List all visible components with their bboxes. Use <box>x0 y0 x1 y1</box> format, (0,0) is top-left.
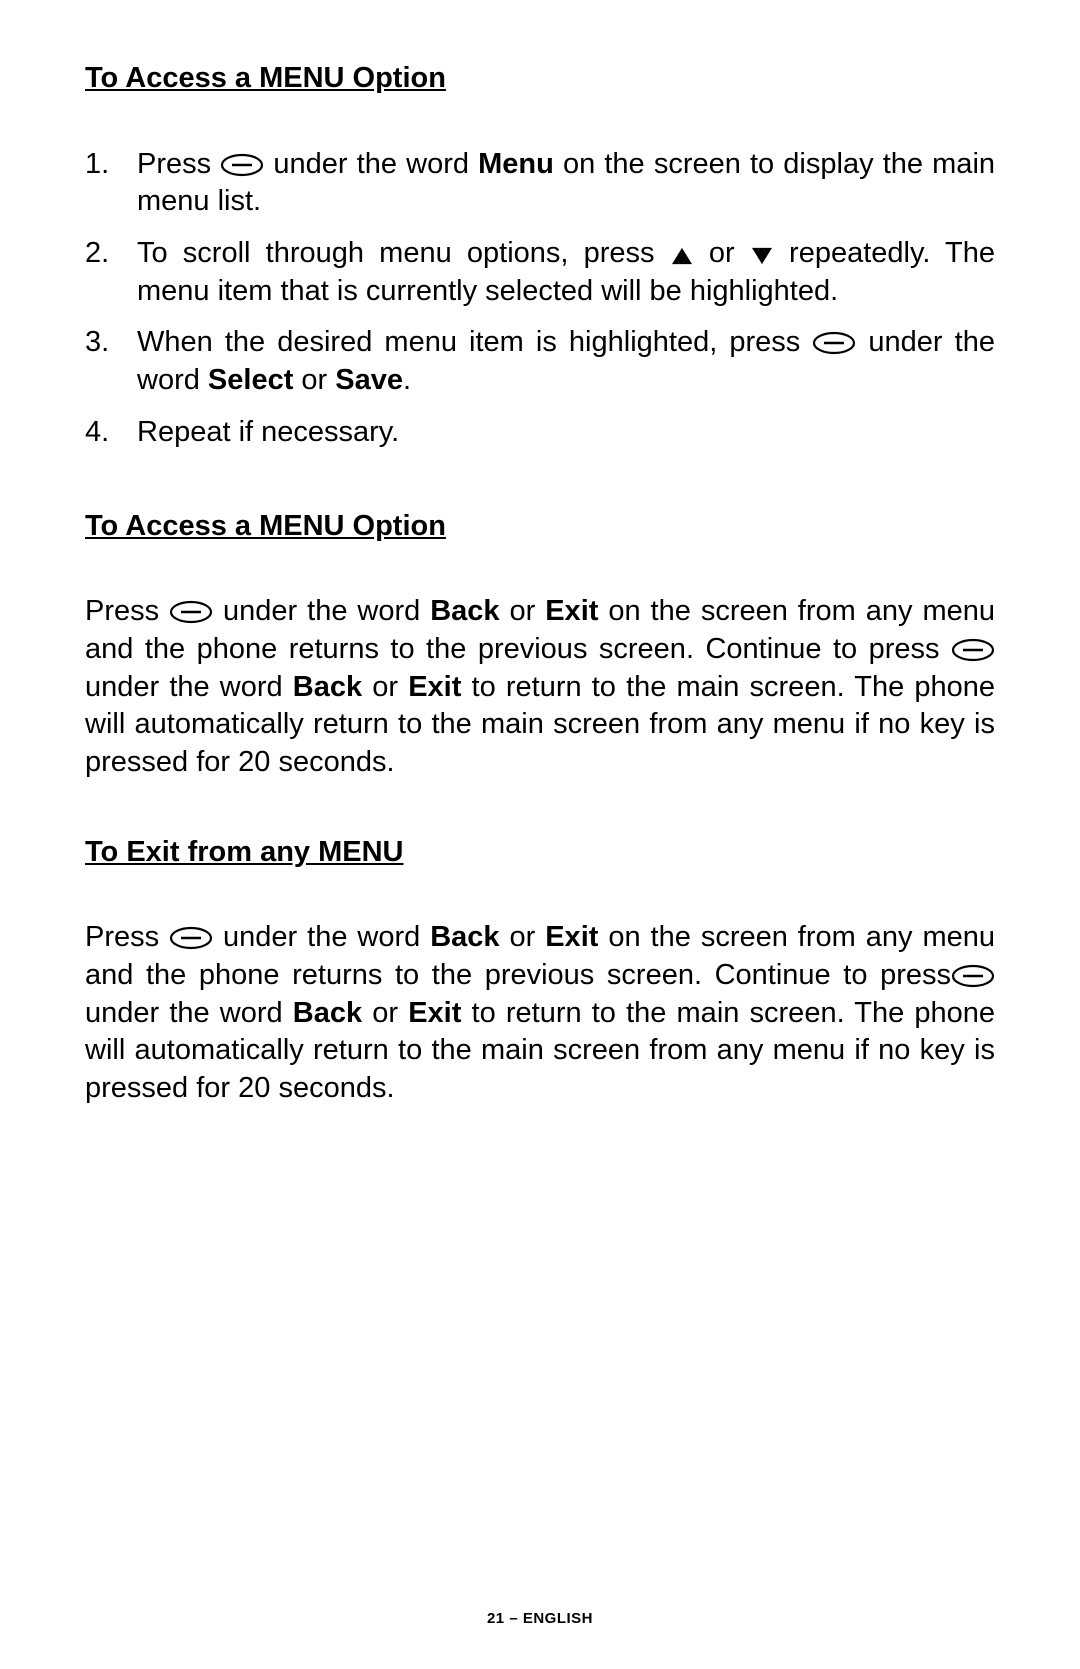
softkey-icon <box>169 926 213 950</box>
section-1-heading: To Access a MENU Option <box>85 60 995 98</box>
softkey-icon <box>951 638 995 662</box>
page-footer: 21 – ENGLISH <box>0 1610 1080 1627</box>
softkey-icon <box>169 600 213 624</box>
section-2-paragraph: Press under the word Back or Exit on the… <box>85 593 995 781</box>
bold-exit: Exit <box>545 595 598 627</box>
text: under the word <box>213 921 430 953</box>
bold-back: Back <box>293 997 362 1029</box>
text: under the word <box>213 595 430 627</box>
bold-back: Back <box>430 595 499 627</box>
text: under the word <box>85 671 293 703</box>
bold-back: Back <box>293 671 362 703</box>
text: under the word <box>85 997 293 1029</box>
text: or <box>362 671 408 703</box>
step-2: To scroll through menu options, press or… <box>85 235 995 310</box>
text: Repeat if necessary. <box>137 416 399 448</box>
bold-menu: Menu <box>478 148 554 180</box>
text: Press <box>85 595 169 627</box>
bold-exit: Exit <box>408 997 461 1029</box>
section-2-heading: To Access a MENU Option <box>85 508 995 546</box>
section-3-paragraph: Press under the word Back or Exit on the… <box>85 919 995 1107</box>
section-3-heading: To Exit from any MENU <box>85 834 995 872</box>
step-1: Press under the word Menu on the screen … <box>85 146 995 221</box>
softkey-icon <box>812 331 856 355</box>
text: Press <box>137 148 220 180</box>
up-arrow-icon <box>670 246 694 266</box>
bold-exit: Exit <box>545 921 598 953</box>
text: or <box>500 921 546 953</box>
text: . <box>403 364 411 396</box>
text: or <box>293 364 335 396</box>
bold-select: Select <box>208 364 293 396</box>
manual-page: To Access a MENU Option Press under the … <box>0 0 1080 1108</box>
step-3: When the desired menu item is highlighte… <box>85 324 995 399</box>
softkey-icon <box>220 153 264 177</box>
steps-list: Press under the word Menu on the screen … <box>85 146 995 452</box>
text: or <box>694 237 750 269</box>
bold-back: Back <box>430 921 499 953</box>
step-4: Repeat if necessary. <box>85 414 995 452</box>
text: or <box>362 997 408 1029</box>
down-arrow-icon <box>750 246 774 266</box>
bold-save: Save <box>335 364 403 396</box>
text: Press <box>85 921 169 953</box>
text: To scroll through menu options, press <box>137 237 670 269</box>
softkey-icon <box>951 964 995 988</box>
text: or <box>500 595 546 627</box>
text: When the desired menu item is highlighte… <box>137 326 812 358</box>
bold-exit: Exit <box>408 671 461 703</box>
text: under the word <box>264 148 478 180</box>
